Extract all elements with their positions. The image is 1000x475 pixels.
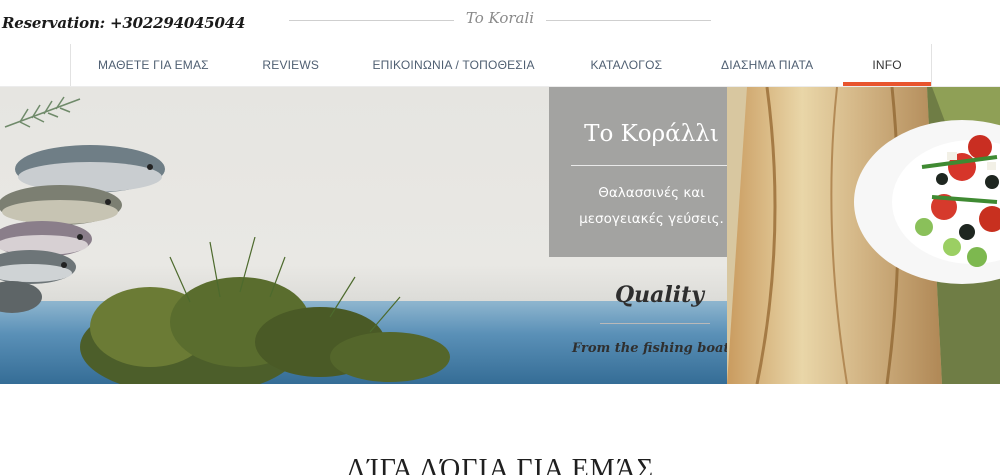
hero-caption-panel: Το Κοράλλι Θαλασσινές και μεσογειακές γε… — [549, 87, 754, 257]
brand-divider-right — [546, 20, 711, 21]
nav-item-famous-dishes[interactable]: ΔΙΑΣΗΜΑ ΠΙΑΤΑ — [691, 44, 843, 86]
nav-item-menu[interactable]: ΚΑΤΑΛΟΓΟΣ — [561, 44, 691, 86]
hero-tagline: From the fishing boat to — [572, 341, 749, 356]
reservation-phone[interactable]: Reservation: +302294045044 — [2, 14, 245, 32]
nav-label: REVIEWS — [262, 58, 320, 72]
nav-label: ΕΠΙΚΟΙΝΩΝΙΑ / ΤΟΠΟΘΕΣΙΑ — [372, 58, 535, 72]
about-section-title: ΛΊΓΑ ΛΌΓΙΑ ΓΙΑ ΕΜΆΣ — [345, 454, 655, 475]
nav-item-reviews[interactable]: REVIEWS — [236, 44, 346, 86]
quality-heading: Quality — [615, 282, 705, 308]
brand-divider-left — [289, 20, 454, 21]
nav-label: INFO — [872, 58, 902, 72]
nav-label: ΔΙΑΣΗΜΑ ΠΙΑΤΑ — [721, 58, 814, 72]
hero-title: Το Κοράλλι — [584, 121, 719, 147]
nav-item-info[interactable]: INFO — [843, 44, 931, 86]
bushes-image — [80, 237, 450, 384]
top-bar: Reservation: +302294045044 To Korali — [0, 0, 1000, 44]
salad-plate-image — [854, 120, 1000, 284]
hero-subtitle: Θαλασσινές και μεσογειακές γεύσεις. — [579, 185, 724, 227]
quality-divider — [600, 323, 710, 324]
hero-divider — [571, 165, 732, 166]
nav-item-contact[interactable]: ΕΠΙΚΟΙΝΩΝΙΑ / ΤΟΠΟΘΕΣΙΑ — [346, 44, 562, 86]
nav-label: ΚΑΤΑΛΟΓΟΣ — [590, 58, 663, 72]
hero-slider[interactable]: Το Κοράλλι Θαλασσινές και μεσογειακές γε… — [0, 87, 1000, 384]
nav-item-about[interactable]: ΜΑΘΕΤΕ ΓΙΑ ΕΜΑΣ — [71, 44, 236, 86]
brand-logo-text[interactable]: To Korali — [454, 9, 546, 27]
main-nav: ΜΑΘΕΤΕ ΓΙΑ ΕΜΑΣ REVIEWS ΕΠΙΚΟΙΝΩΝΙΑ / ΤΟ… — [70, 44, 932, 86]
nav-label: ΜΑΘΕΤΕ ΓΙΑ ΕΜΑΣ — [98, 58, 209, 72]
